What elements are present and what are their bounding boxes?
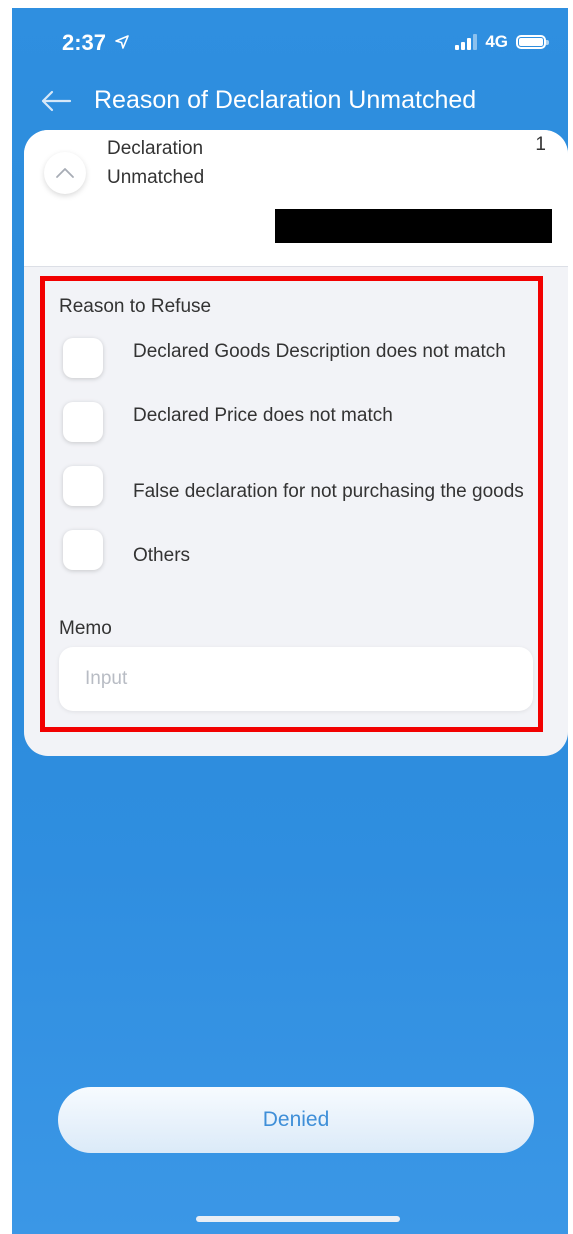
memo-label: Memo — [59, 618, 112, 639]
option-others[interactable]: Others — [63, 530, 533, 570]
checkbox[interactable] — [63, 530, 103, 570]
app-screen: 2:37 4G Reason of Declaration Unmatched — [12, 8, 568, 1234]
option-label: Declared Goods Description does not matc… — [133, 341, 506, 362]
status-time-text: 2:37 — [62, 30, 107, 55]
declaration-title: Declaration Unmatched — [107, 138, 205, 188]
status-time: 2:37 — [62, 30, 129, 56]
home-indicator — [196, 1216, 400, 1222]
option-label: Others — [133, 545, 191, 566]
page-header: Reason of Declaration Unmatched — [40, 86, 476, 115]
option-goods-description[interactable]: Declared Goods Description does not matc… — [63, 338, 533, 378]
denied-button[interactable]: Denied — [58, 1087, 534, 1153]
network-type: 4G — [485, 32, 508, 51]
redacted-block — [275, 209, 552, 243]
signal-bars-icon — [455, 34, 478, 50]
collapse-button[interactable] — [44, 152, 86, 194]
declaration-card: Declaration Unmatched 1 Reason to Refuse… — [24, 130, 568, 756]
option-label: False declaration for not purchasing the… — [133, 481, 524, 502]
card-header: Declaration Unmatched 1 — [24, 130, 568, 267]
page-title: Reason of Declaration Unmatched — [94, 86, 477, 114]
declaration-count: 1 — [535, 134, 546, 155]
arrow-left-icon[interactable] — [40, 89, 72, 113]
option-label: Declared Price does not match — [133, 405, 393, 426]
reason-label: Reason to Refuse — [59, 296, 212, 317]
location-arrow-icon — [115, 35, 129, 49]
checkbox[interactable] — [63, 466, 103, 506]
option-false-declaration[interactable]: False declaration for not purchasing the… — [63, 466, 533, 506]
memo-input[interactable] — [59, 647, 533, 711]
status-indicators: 4G — [455, 32, 549, 52]
checkbox[interactable] — [63, 402, 103, 442]
chevron-up-icon — [56, 168, 74, 178]
option-declared-price[interactable]: Declared Price does not match — [63, 402, 533, 442]
checkbox[interactable] — [63, 338, 103, 378]
battery-icon — [516, 35, 549, 49]
